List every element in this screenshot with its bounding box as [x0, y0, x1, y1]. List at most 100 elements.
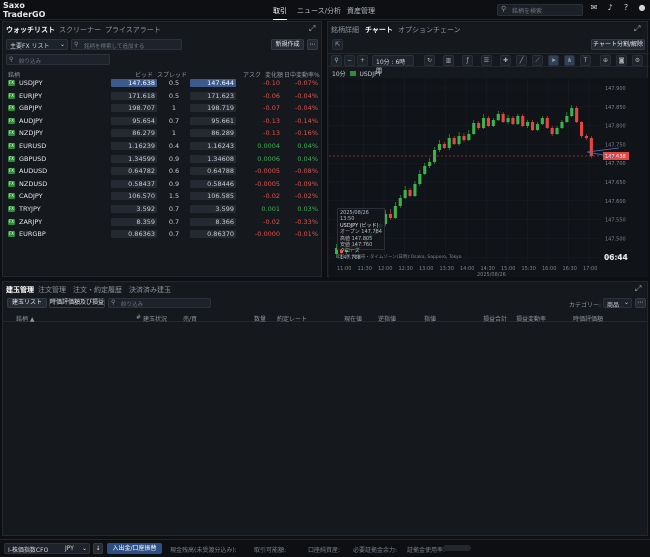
bid-price[interactable]: 106.570 [111, 192, 157, 201]
chart-split-button[interactable]: チャート分割/解除 [591, 39, 645, 50]
watchlist-row[interactable]: FXNZDJPY↓86.279186.289-0.13-0.16% [7, 129, 322, 138]
col-pl-rate[interactable]: 損益変動率 [516, 314, 546, 323]
ask-price[interactable]: 1.34608 [190, 154, 236, 163]
search-icon[interactable]: ⚲ [331, 55, 342, 66]
bid-price[interactable]: 3.592 [111, 205, 157, 213]
expand-icon[interactable]: ⤢ [309, 24, 315, 34]
expand-icon[interactable]: ⤢ [634, 24, 640, 34]
bid-price[interactable]: 171.618 [111, 91, 157, 100]
user-icon[interactable]: ● [637, 3, 647, 13]
nav-assets[interactable]: 資産管理 [347, 6, 375, 16]
tab-instrument-detail[interactable]: 銘柄詳細 [331, 25, 359, 35]
tab-option-chain[interactable]: オプションチェーン [398, 25, 461, 35]
col-current[interactable]: 現在値 [344, 314, 362, 323]
tab-order-history[interactable]: 注文・約定履歴 [73, 285, 122, 295]
list-selector[interactable]: 主要FX リスト ⌄ [6, 39, 68, 50]
col-quantity[interactable]: 数量 [254, 314, 266, 323]
tab-orders[interactable]: 注文管理 [38, 285, 66, 295]
positions-filter-input[interactable]: ⚲ 絞り込み [108, 298, 211, 308]
bell-icon[interactable]: ♪ [605, 3, 615, 13]
expand-icon[interactable]: ⤢ [635, 284, 641, 294]
ask-price[interactable]: 3.599 [190, 205, 236, 213]
watchlist-row[interactable]: FXEURUSD↓1.162390.41.162430.00040.04% [7, 142, 322, 151]
col-pl-total[interactable]: 損益合計 [483, 314, 507, 323]
watchlist-row[interactable]: FXCADJPY↓106.5701.5106.585-0.02-0.02% [7, 192, 322, 201]
ask-price[interactable]: 0.86370 [190, 230, 236, 239]
col-change-pct[interactable]: 日中変動率% [284, 70, 320, 79]
nav-news[interactable]: ニュース/分析 [297, 6, 341, 16]
tab-chart[interactable]: チャート [365, 25, 393, 35]
subtab-position-list[interactable]: 建玉リスト [7, 298, 47, 308]
bid-price[interactable]: 147.638 [111, 79, 157, 87]
watchlist-row[interactable]: FXAUDJPY↓95.6540.795.661-0.13-0.14% [7, 116, 322, 126]
indicator-icon[interactable]: ƒ [462, 55, 473, 66]
ask-price[interactable]: 171.623 [190, 91, 236, 100]
more-button[interactable]: ⋯ [307, 39, 318, 50]
col-number[interactable]: # [136, 314, 141, 321]
bid-price[interactable]: 86.279 [111, 129, 157, 138]
magnet-icon[interactable]: ⋔ [564, 55, 575, 66]
cursor-icon[interactable]: ➤ [548, 55, 559, 66]
line-tool-icon[interactable]: ╱ [516, 55, 527, 66]
help-icon[interactable]: ? [621, 3, 631, 13]
deposit-button[interactable]: 入出金/口座振替 [107, 543, 162, 554]
tab-price-alert[interactable]: プライスアラート [105, 25, 161, 35]
watchlist-row[interactable]: FXZARJPY↑8.3590.78.366-0.02-0.33% [7, 217, 322, 227]
watchlist-row[interactable]: FX AUDUSD 0.64782 0.6 0.64788 -0.0005 -0.08% [7, 167, 322, 176]
filter-input[interactable]: ⚲ 絞り込み [6, 54, 110, 65]
category-selector[interactable]: 商品 ⌄ [603, 298, 632, 309]
candle-type-icon[interactable]: ▥ [443, 55, 454, 66]
mail-icon[interactable]: ✉ [589, 3, 599, 13]
ask-price[interactable]: 95.661 [190, 116, 236, 125]
trend-tool-icon[interactable]: ⟋ [532, 55, 543, 66]
template-icon[interactable]: ☰ [481, 55, 492, 66]
bid-price[interactable]: 8.359 [111, 217, 157, 226]
col-ask[interactable]: アスク [243, 70, 261, 79]
col-instrument[interactable]: 銘柄 ▲ [16, 314, 35, 323]
bid-price[interactable]: 0.64782 [111, 167, 157, 176]
ask-price[interactable]: 198.719 [190, 104, 236, 113]
app-logo[interactable]: Saxo TraderGO [3, 1, 45, 19]
ask-price[interactable]: 8.366 [190, 217, 236, 226]
account-selector[interactable]: I-株価指数CFO JPY ⌄ [4, 543, 90, 554]
bid-price[interactable]: 0.58437 [111, 179, 157, 188]
more-button[interactable]: ⋯ [635, 298, 646, 308]
zoom-icon[interactable]: ⊕ [600, 55, 611, 66]
col-status[interactable]: 建玉状況 [143, 314, 167, 323]
watchlist-row[interactable]: FX USDJPY 147.638 0.5 147.644 -0.10 -0.07% [7, 79, 322, 88]
popout-icon[interactable]: ⇱ [332, 39, 343, 50]
watchlist-row[interactable]: FX TRYJPY 3.592 0.7 3.599 0.001 0.03% [7, 205, 322, 214]
ask-price[interactable]: 147.644 [190, 79, 236, 87]
bid-price[interactable]: 0.86363 [111, 230, 157, 239]
watchlist-row[interactable]: FXNZDUSD↓0.584370.90.58446-0.0005-0.09% [7, 179, 322, 189]
col-limit[interactable]: 指値 [424, 314, 436, 323]
plus-icon[interactable]: + [357, 55, 368, 66]
text-tool-icon[interactable]: Ｔ [580, 55, 591, 66]
tab-watchlist[interactable]: ウォッチリスト [6, 25, 55, 35]
nav-trade[interactable]: 取引 [273, 6, 287, 20]
col-exec-rate[interactable]: 約定レート [277, 314, 307, 323]
ask-price[interactable]: 86.289 [190, 129, 236, 138]
global-search-input[interactable]: ⚲ 銘柄を検索 [497, 4, 583, 16]
ask-price[interactable]: 0.64788 [190, 167, 236, 176]
bid-price[interactable]: 95.654 [111, 116, 157, 125]
ask-price[interactable]: 0.58446 [190, 179, 236, 188]
col-spread[interactable]: スプレッド [157, 70, 187, 79]
instrument-search-input[interactable]: ⚲ 銘柄を検索して追加する [71, 39, 182, 50]
camera-icon[interactable]: ◙ [616, 55, 627, 66]
tab-positions[interactable]: 建玉管理 [6, 285, 34, 295]
col-bid[interactable]: ビッド [135, 70, 153, 79]
gear-icon[interactable]: ⚙ [632, 55, 643, 66]
watchlist-row[interactable]: FXEURGBP↓0.863630.70.86370-0.0000-0.01% [7, 230, 322, 239]
bid-price[interactable]: 1.16239 [111, 142, 157, 150]
ask-price[interactable]: 106.585 [190, 192, 236, 201]
tab-screener[interactable]: スクリーナー [59, 25, 101, 35]
crosshair-icon[interactable]: ✚ [500, 55, 511, 66]
col-change[interactable]: 変化額 [265, 70, 283, 79]
tab-closed-positions[interactable]: 決済済み建玉 [129, 285, 171, 295]
watchlist-row[interactable]: FXGBPUSD↓1.345990.91.346080.00060.04% [7, 154, 322, 164]
new-list-button[interactable]: 新規作成 [271, 39, 304, 50]
subtab-valuation[interactable]: 時価評価額及び損益 [49, 298, 105, 308]
watchlist-row[interactable]: FX GBPJPY 198.707 1 198.719 -0.07 -0.04% [7, 104, 322, 113]
ask-price[interactable]: 1.16243 [190, 142, 236, 150]
